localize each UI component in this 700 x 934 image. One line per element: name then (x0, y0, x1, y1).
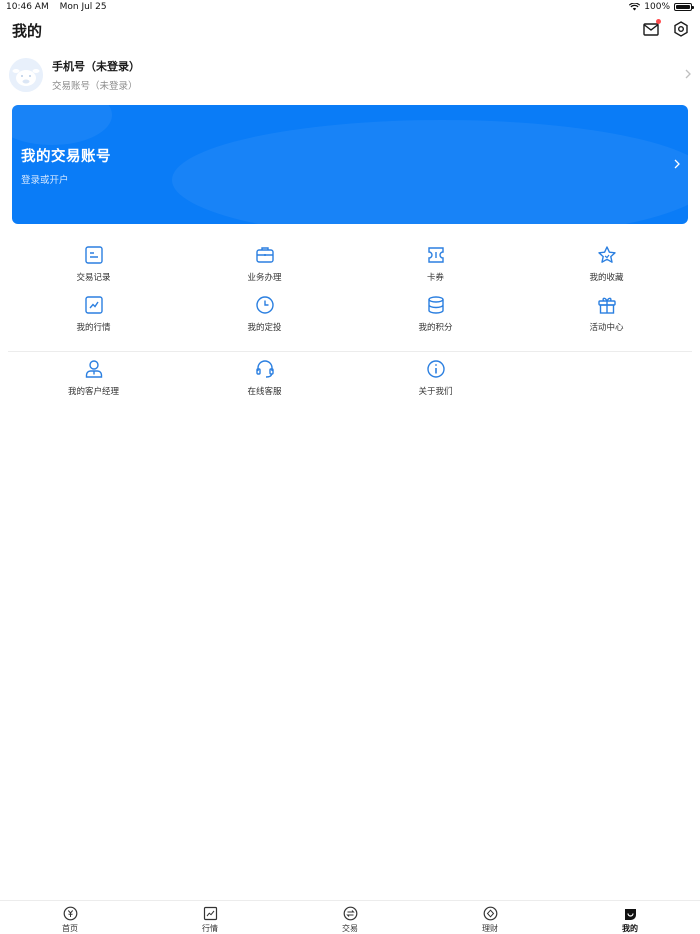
chevron-right-icon (674, 159, 680, 169)
mine-icon (624, 909, 636, 920)
tab-trade[interactable]: 交易 (280, 901, 420, 934)
grid-item-activity[interactable]: 活动中心 (521, 294, 692, 338)
record-icon (84, 246, 103, 264)
battery-percent: 100% (644, 2, 670, 12)
battery-icon (674, 3, 694, 11)
grid-label: 在线客服 (247, 387, 282, 397)
grid-label: 活动中心 (589, 323, 624, 333)
mail-button[interactable] (642, 19, 661, 38)
avatar-cow-icon (9, 58, 43, 92)
feature-grid: 交易记录 业务办理 卡券 我的收藏 我的行情 我的定投 我的积分 活动中心 (8, 244, 692, 338)
card-decoration (12, 105, 688, 224)
grid-item-auto-invest[interactable]: 我的定投 (179, 294, 350, 338)
manager-icon (85, 360, 102, 378)
grid-label: 关于我们 (418, 387, 453, 397)
tab-label: 理财 (482, 924, 498, 933)
chart-icon (84, 296, 103, 314)
tab-market[interactable]: 行情 (140, 901, 280, 934)
header: 我的 (0, 14, 700, 48)
settings-icon (674, 21, 688, 37)
profile-account: 交易账号（未登录） (52, 81, 138, 92)
grid-item-business[interactable]: 业务办理 (179, 244, 350, 288)
star-icon (597, 246, 616, 263)
coins-icon (427, 296, 444, 314)
tab-label: 我的 (622, 924, 638, 933)
headset-icon (255, 360, 274, 378)
grid-label: 我的定投 (247, 323, 282, 333)
grid-label: 业务办理 (247, 273, 282, 283)
tab-label: 首页 (62, 924, 78, 933)
info-icon (426, 360, 445, 378)
tab-label: 交易 (342, 924, 358, 933)
tab-home[interactable]: 首页 (0, 901, 140, 934)
divider (8, 351, 692, 352)
clock-icon (255, 296, 274, 314)
profile-name: 手机号（未登录） (52, 60, 140, 73)
status-time: 10:46 AM (6, 2, 49, 12)
grid-item-online-service[interactable]: 在线客服 (179, 358, 350, 402)
card-title: 我的交易账号 (21, 149, 111, 165)
grid-label: 交易记录 (76, 273, 111, 283)
grid-item-favorites[interactable]: 我的收藏 (521, 244, 692, 288)
card-subtitle: 登录或开户 (21, 175, 69, 186)
grid-item-about-us[interactable]: 关于我们 (350, 358, 521, 402)
status-date: Mon Jul 25 (59, 2, 107, 12)
status-bar: 10:46 AM Mon Jul 25 100% (0, 0, 700, 14)
tab-finance[interactable]: 理财 (420, 901, 560, 934)
profile-row[interactable]: 手机号（未登录） 交易账号（未登录） (0, 52, 700, 98)
trade-account-card[interactable]: 我的交易账号 登录或开户 (12, 105, 688, 224)
finance-icon (483, 906, 497, 921)
chevron-right-icon (685, 69, 691, 79)
briefcase-icon (255, 247, 274, 263)
grid-label: 我的收藏 (589, 273, 624, 283)
battery-fill (676, 5, 690, 9)
tab-mine[interactable]: 我的 (560, 901, 700, 934)
grid-label: 我的行情 (76, 323, 111, 333)
avatar (9, 58, 43, 92)
settings-button[interactable] (672, 20, 690, 38)
page-title: 我的 (12, 22, 43, 40)
tab-bar: 首页 行情 交易 理财 我的 (0, 900, 700, 934)
ticket-icon (427, 247, 444, 263)
market-icon (203, 906, 217, 921)
gift-icon (597, 297, 616, 314)
grid-item-coupons[interactable]: 卡券 (350, 244, 521, 288)
grid-label: 我的积分 (418, 323, 453, 333)
grid-item-points[interactable]: 我的积分 (350, 294, 521, 338)
grid-item-my-market[interactable]: 我的行情 (8, 294, 179, 338)
grid-item-account-manager[interactable]: 我的客户经理 (8, 358, 179, 402)
grid-item-trade-records[interactable]: 交易记录 (8, 244, 179, 288)
service-grid: 我的客户经理 在线客服 关于我们 (8, 358, 692, 402)
wifi-icon (629, 3, 641, 11)
grid-label: 卡券 (426, 273, 444, 283)
home-yen-icon (63, 906, 77, 921)
tab-label: 行情 (202, 924, 218, 933)
notification-dot (656, 19, 661, 24)
grid-label: 我的客户经理 (67, 387, 119, 397)
trade-icon (343, 906, 357, 921)
